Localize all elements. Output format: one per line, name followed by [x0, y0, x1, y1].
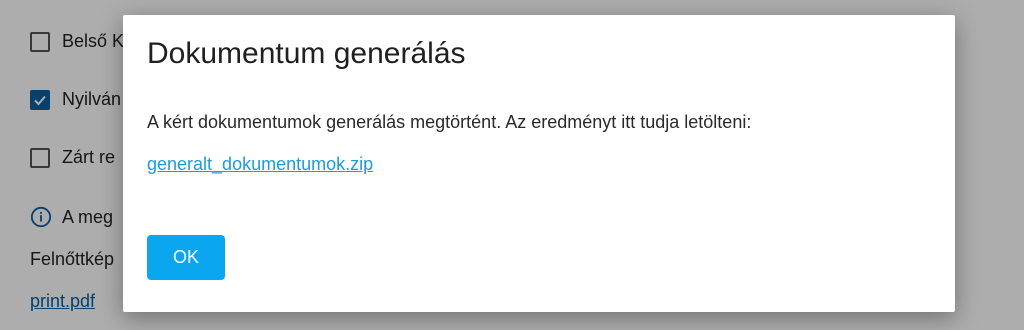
- document-generation-dialog: Dokumentum generálás A kért dokumentumok…: [123, 15, 955, 312]
- dialog-message: A kért dokumentumok generálás megtörtént…: [147, 112, 752, 132]
- ok-button[interactable]: OK: [147, 235, 225, 280]
- page: Belső K Nyilván Zárt re A meg Felnőttkép: [0, 0, 1024, 330]
- dialog-title: Dokumentum generálás: [147, 37, 466, 70]
- download-zip-link[interactable]: generalt_dokumentumok.zip: [147, 154, 373, 175]
